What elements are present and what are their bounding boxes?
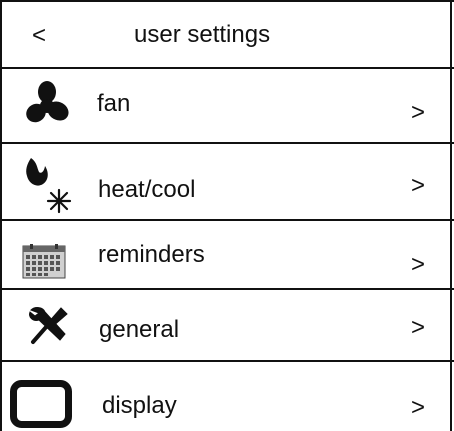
back-button[interactable]: < <box>32 22 46 50</box>
header-bar: < user settings <box>0 2 454 67</box>
menu-item-heat-cool[interactable]: heat/cool > <box>0 144 454 219</box>
menu-item-fan[interactable]: fan > <box>0 69 454 142</box>
page-title: user settings <box>134 21 271 48</box>
menu-item-label: heat/cool <box>98 176 196 203</box>
chevron-right-icon: > <box>411 314 426 341</box>
menu-item-label: fan <box>97 90 131 117</box>
chevron-right-icon: > <box>411 394 426 421</box>
wrench-screwdriver-icon <box>29 307 68 344</box>
fan-icon <box>26 81 69 123</box>
chevron-right-icon: > <box>411 172 426 199</box>
menu-item-display[interactable]: display > <box>0 362 454 431</box>
menu-item-label: reminders <box>98 241 205 268</box>
chevron-right-icon: > <box>411 251 426 278</box>
chevron-right-icon: > <box>411 99 426 126</box>
calendar-icon <box>22 244 66 279</box>
menu-item-label: general <box>99 316 180 343</box>
menu-item-general[interactable]: general > <box>0 290 454 360</box>
display-icon <box>10 380 72 428</box>
menu-item-reminders[interactable]: reminders > <box>0 221 454 288</box>
flame-snowflake-icon <box>26 158 72 214</box>
menu-item-label: display <box>102 392 177 419</box>
